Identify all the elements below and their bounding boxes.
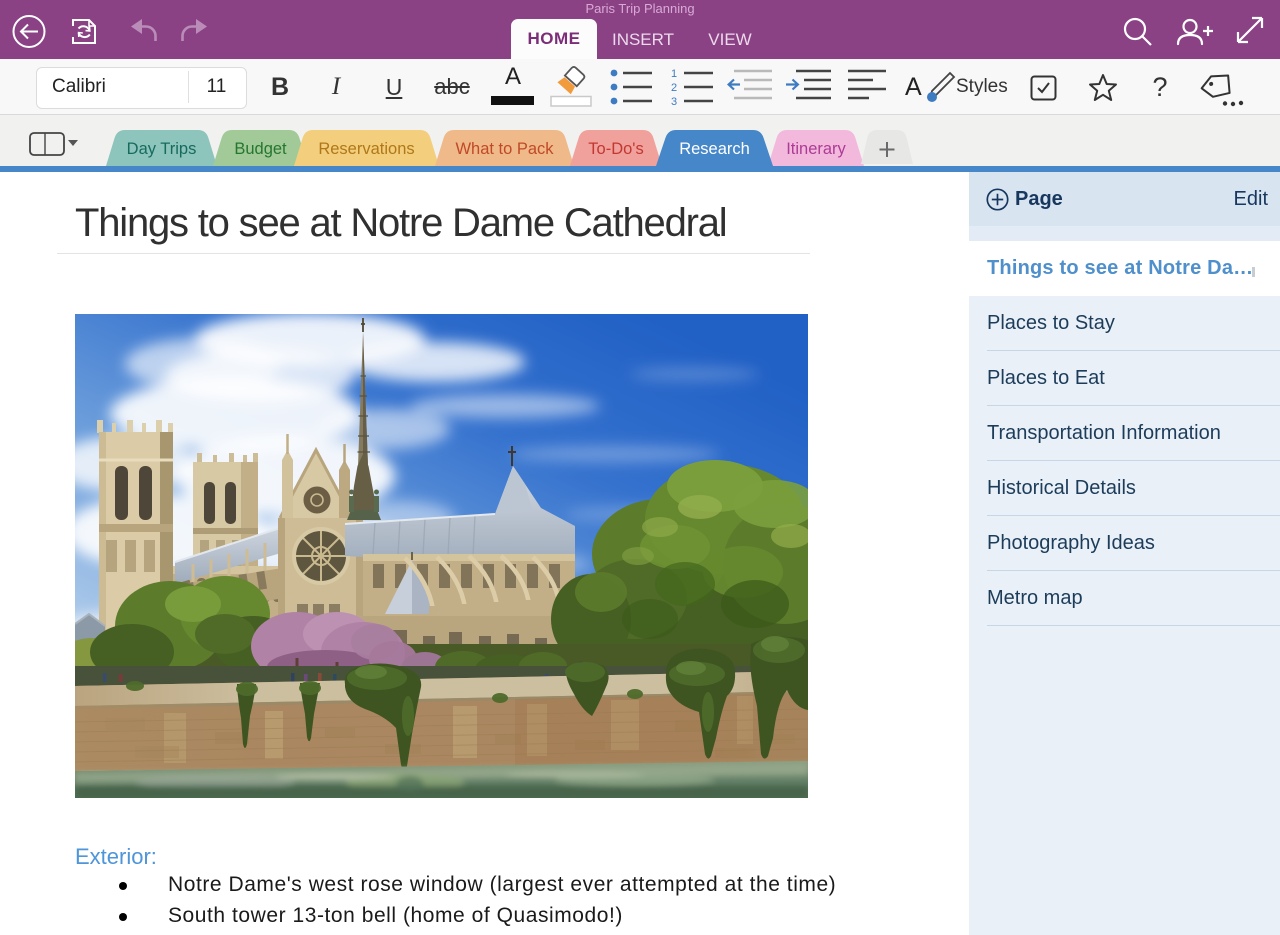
- svg-text:2: 2: [671, 82, 677, 94]
- svg-text:Research: Research: [679, 140, 750, 158]
- svg-text:To-Do's: To-Do's: [588, 140, 643, 158]
- svg-text:Budget: Budget: [234, 140, 287, 158]
- svg-text:Reservations: Reservations: [318, 140, 414, 158]
- svg-text:3: 3: [671, 96, 677, 107]
- svg-text:What to Pack: What to Pack: [455, 140, 554, 158]
- svg-text:Itinerary: Itinerary: [786, 140, 846, 158]
- svg-text:Day Trips: Day Trips: [127, 140, 197, 158]
- svg-text:1: 1: [671, 68, 677, 80]
